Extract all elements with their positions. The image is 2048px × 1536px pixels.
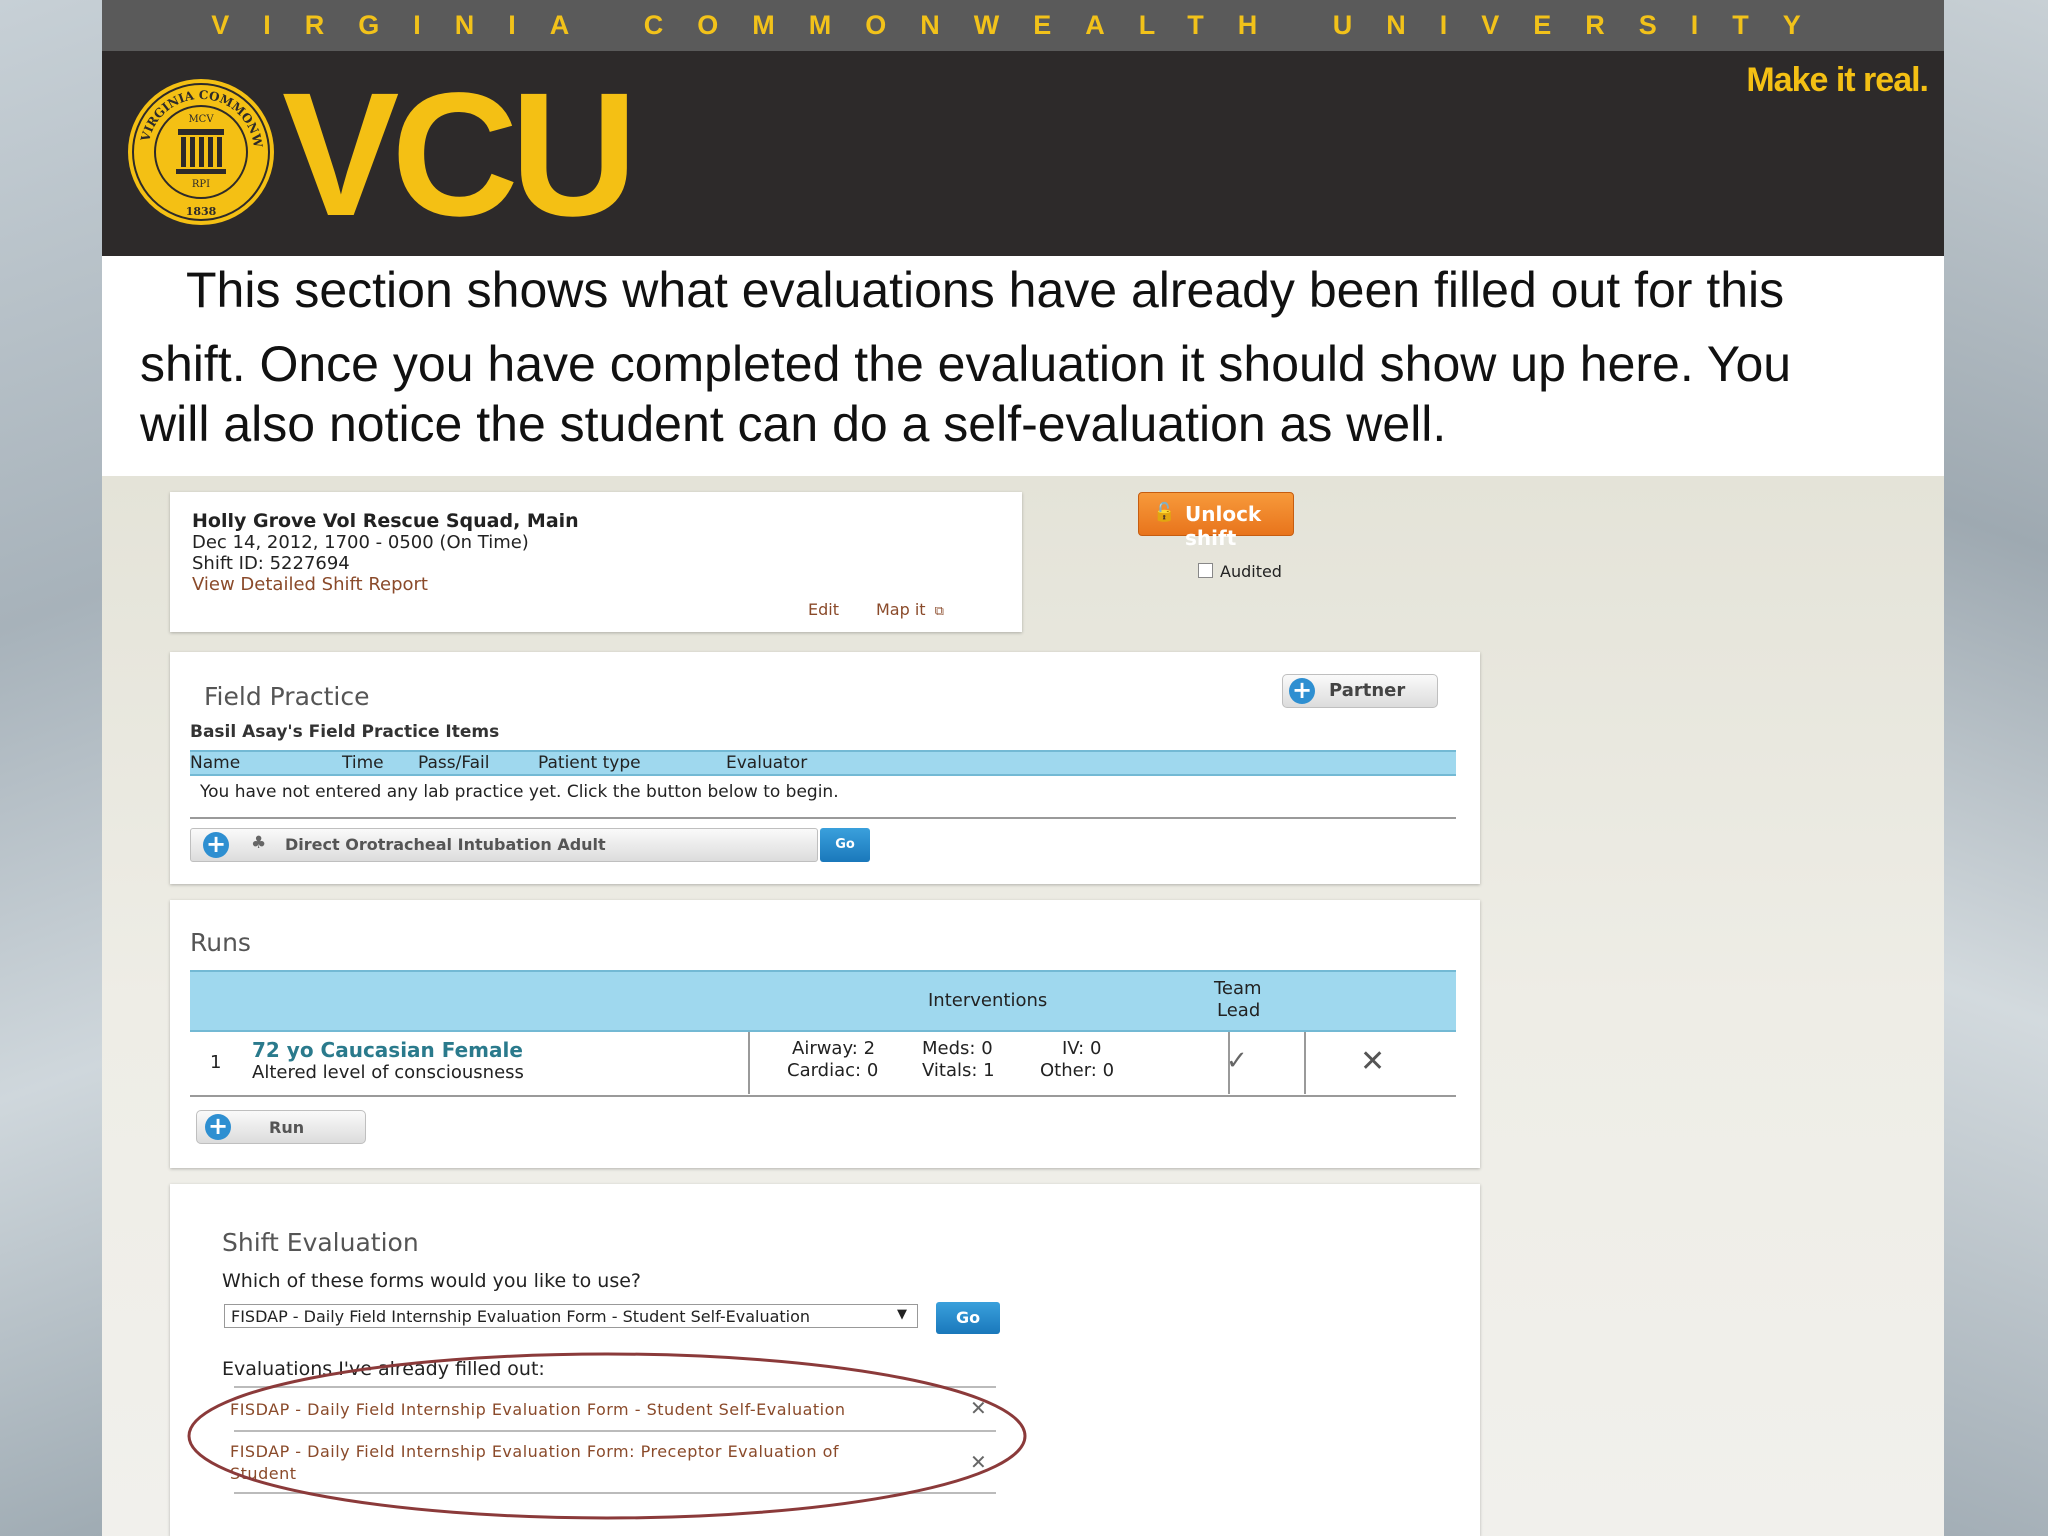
edit-link[interactable]: Edit [808, 600, 839, 619]
column-header: Time [342, 753, 384, 773]
unlock-shift-button[interactable]: 🔓 Unlock shift [1138, 492, 1294, 550]
practice-item-select[interactable]: + ♣ Direct Orotracheal Intubation Adult [190, 828, 818, 862]
caption-line-2: shift. Once you have completed the evalu… [140, 336, 1792, 392]
vitals-count: Vitals: 1 [922, 1060, 995, 1081]
iv-count: IV: 0 [1062, 1038, 1102, 1059]
add-run-label: Run [269, 1118, 305, 1137]
university-banner: VIRGINIA COMMONWEALTH UNIVERSITY [102, 0, 1944, 51]
run-patient-link[interactable]: 72 yo Caucasian Female [252, 1038, 523, 1062]
column-header: Pass/Fail [418, 753, 490, 773]
table-row[interactable]: 1 72 yo Caucasian Female Altered level o… [190, 1032, 1456, 1094]
slide-background-right [1944, 0, 2048, 1536]
svg-text:RPI: RPI [192, 179, 210, 190]
column-header: Patient type [538, 753, 641, 773]
slide-caption: This section shows what evaluations have… [102, 256, 1944, 476]
external-window-icon: ⧉ [934, 604, 944, 619]
shift-info-panel: Holly Grove Vol Rescue Squad, Main Dec 1… [170, 492, 1022, 632]
column-divider [1304, 1032, 1306, 1094]
meds-count: Meds: 0 [922, 1038, 993, 1059]
practice-go-button[interactable]: Go [820, 828, 870, 862]
divider [190, 817, 1456, 819]
app-screenshot: Holly Grove Vol Rescue Squad, Main Dec 1… [102, 476, 1944, 1536]
slide-background-left [0, 0, 102, 1536]
svg-text:1838: 1838 [186, 205, 217, 218]
checkmark-icon: ✓ [1226, 1046, 1248, 1076]
shift-evaluation-title: Shift Evaluation [222, 1228, 419, 1257]
university-seal-icon: VIRGINIA COMMONWEALTH UNIVERSITY MCV RPI… [126, 77, 274, 225]
skill-icon: ♣ [251, 833, 267, 853]
divider [190, 1095, 1456, 1097]
map-link-label: Map it [876, 600, 926, 619]
field-practice-subtitle: Basil Asay's Field Practice Items [190, 722, 500, 742]
practice-item-label: Direct Orotracheal Intubation Adult [285, 835, 606, 854]
unlock-icon: 🔓 [1153, 502, 1176, 523]
vcu-logo: VCU [282, 57, 638, 253]
other-count: Other: 0 [1040, 1060, 1115, 1081]
caption-line-1: This section shows what evaluations have… [186, 262, 1785, 318]
field-practice-title: Field Practice [204, 682, 370, 711]
form-prompt: Which of these forms would you like to u… [222, 1270, 642, 1292]
caption-line-3: will also notice the student can do a se… [140, 396, 1447, 452]
column-header: Evaluator [726, 753, 808, 773]
interventions-header: Interventions [928, 990, 1048, 1011]
shift-datetime: Dec 14, 2012, 1700 - 0500 (On Time) [192, 532, 529, 553]
runs-title: Runs [190, 928, 251, 957]
shift-id: Shift ID: 5227694 [192, 553, 350, 574]
partner-label: Partner [1329, 680, 1406, 701]
column-divider [748, 1032, 750, 1094]
audited-label: Audited [1220, 562, 1282, 581]
brand-bar: VIRGINIA COMMONWEALTH UNIVERSITY MCV RPI… [102, 51, 1944, 256]
shift-site: Holly Grove Vol Rescue Squad, Main [192, 510, 579, 532]
audited-checkbox[interactable] [1198, 563, 1213, 578]
field-practice-panel: Field Practice + Partner Basil Asay's Fi… [170, 652, 1480, 884]
team-lead-header-line1: Team [1214, 978, 1262, 999]
evaluation-form-select[interactable]: FISDAP - Daily Field Internship Evaluati… [224, 1304, 918, 1328]
add-run-button[interactable]: + Run [196, 1110, 366, 1144]
airway-count: Airway: 2 [792, 1038, 876, 1059]
detailed-report-link[interactable]: View Detailed Shift Report [192, 574, 428, 595]
column-header: Name [190, 753, 241, 773]
partner-button[interactable]: + Partner [1282, 674, 1438, 708]
run-complaint: Altered level of consciousness [252, 1062, 524, 1083]
delete-run-icon[interactable]: ✕ [1360, 1044, 1385, 1079]
university-banner-text: VIRGINIA COMMONWEALTH UNIVERSITY [211, 10, 1835, 40]
map-link[interactable]: Map it ⧉ [876, 600, 944, 619]
plus-icon: + [203, 832, 229, 858]
empty-practice-message: You have not entered any lab practice ye… [200, 782, 839, 802]
plus-icon: + [1289, 678, 1315, 704]
chevron-down-icon: ▼ [897, 1307, 907, 1322]
run-number: 1 [210, 1052, 222, 1073]
field-practice-table-header: Name Time Pass/Fail Patient type Evaluat… [190, 750, 1456, 776]
selected-form: FISDAP - Daily Field Internship Evaluati… [231, 1307, 811, 1326]
tagline: Make it real. [1746, 61, 1929, 99]
plus-icon: + [205, 1114, 231, 1140]
highlight-ellipse [187, 1352, 1027, 1520]
runs-table-header: Interventions Team Lead [190, 970, 1456, 1032]
evaluation-go-button[interactable]: Go [936, 1302, 1000, 1334]
team-lead-header-line2: Lead [1217, 1000, 1261, 1021]
svg-text:MCV: MCV [188, 114, 214, 125]
runs-panel: Runs Interventions Team Lead 1 72 yo Cau… [170, 900, 1480, 1168]
cardiac-count: Cardiac: 0 [787, 1060, 879, 1081]
unlock-shift-label: Unlock shift [1185, 502, 1262, 550]
